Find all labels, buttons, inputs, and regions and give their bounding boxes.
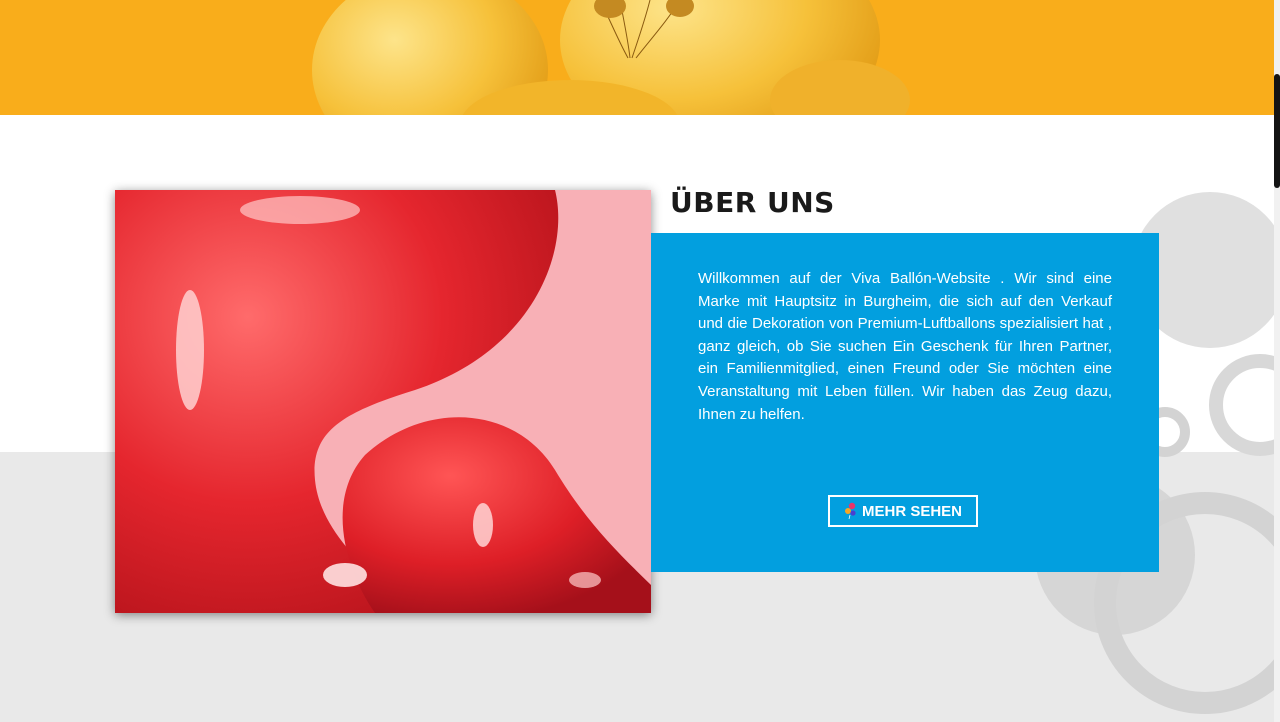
about-text: Willkommen auf der Viva Ballón-Website .…: [698, 270, 1112, 423]
balloons-icon: [844, 502, 858, 520]
heart-balloons-photo: [115, 190, 651, 613]
hero-banner: [0, 0, 1274, 115]
more-button[interactable]: MEHR SEHEN: [828, 495, 978, 527]
golden-balloons-image: [312, 0, 910, 115]
scrollbar-thumb[interactable]: [1274, 74, 1280, 188]
section-title: ÜBER UNS: [670, 186, 835, 219]
about-info-box: Willkommen auf der Viva Ballón-Website .…: [651, 233, 1159, 572]
more-button-label: MEHR SEHEN: [861, 502, 962, 520]
scrollbar-track[interactable]: [1274, 0, 1280, 722]
